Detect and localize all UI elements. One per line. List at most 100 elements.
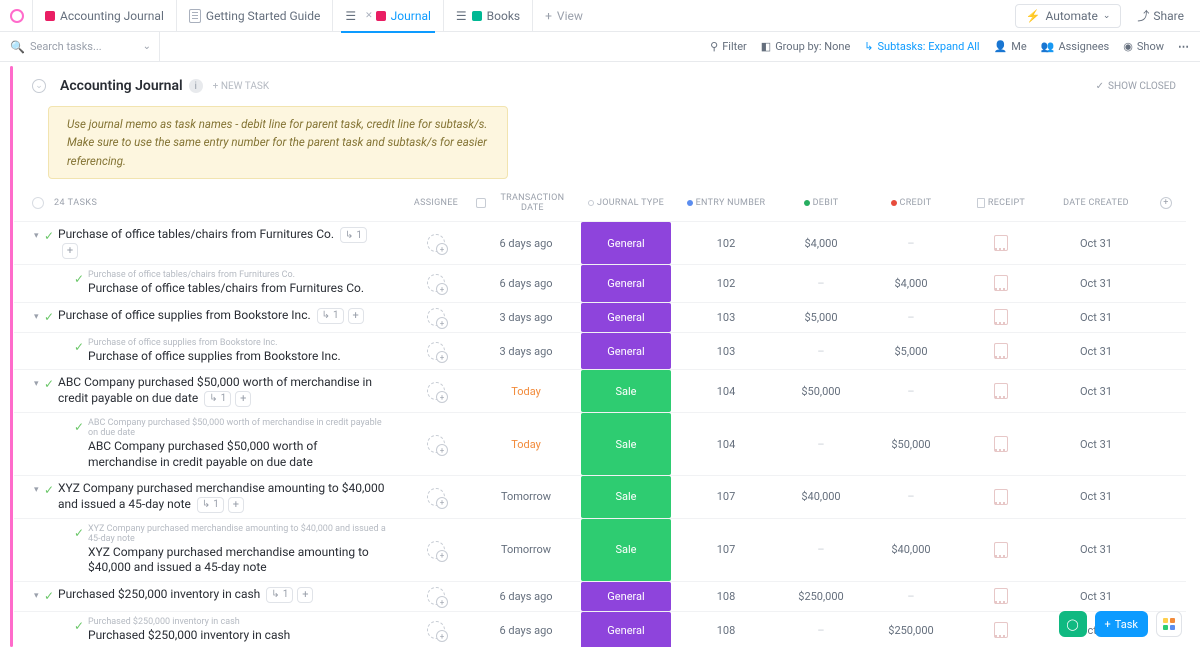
col-receipt[interactable]: RECEIPT — [956, 193, 1046, 213]
subtask-count-pill[interactable]: ↳1 — [266, 587, 293, 603]
status-check-icon[interactable]: ✓ — [74, 420, 88, 434]
receipt-icon[interactable] — [994, 542, 1008, 558]
subtask-count-pill[interactable]: ↳1 — [317, 308, 344, 324]
assignee-avatar[interactable] — [427, 234, 445, 252]
col-journal-type[interactable]: JOURNAL TYPE — [576, 193, 676, 213]
entry-number-cell[interactable]: 102 — [676, 265, 776, 302]
caret-icon[interactable]: ▾ — [34, 485, 44, 495]
receipt-icon[interactable] — [994, 383, 1008, 399]
credit-cell[interactable]: $5,000 — [866, 333, 956, 370]
caret-icon[interactable]: ▾ — [34, 591, 44, 601]
task-row[interactable]: ▾✓Purchased $250,000 inventory in cash↳1… — [14, 581, 1186, 611]
task-name[interactable]: Purchase of office supplies from Booksto… — [58, 308, 364, 322]
transaction-date-cell[interactable]: Tomorrow — [476, 519, 576, 581]
entry-number-cell[interactable]: 108 — [676, 582, 776, 611]
task-row[interactable]: ✓XYZ Company purchased merchandise amoun… — [14, 518, 1186, 581]
transaction-date-cell[interactable]: 6 days ago — [476, 582, 576, 611]
journal-type-tag[interactable]: Sale — [581, 519, 671, 581]
info-icon[interactable]: i — [189, 79, 203, 93]
col-debit[interactable]: DEBIT — [776, 193, 866, 213]
task-name[interactable]: Purchased $250,000 inventory in cash — [88, 628, 290, 642]
task-row[interactable]: ✓ABC Company purchased $50,000 worth of … — [14, 412, 1186, 475]
journal-type-tag[interactable]: General — [581, 222, 671, 264]
col-credit[interactable]: CREDIT — [866, 193, 956, 213]
subtask-count-pill[interactable]: ↳1 — [204, 391, 231, 407]
task-name[interactable]: Purchase of office tables/chairs from Fu… — [88, 281, 364, 295]
transaction-date-cell[interactable]: 6 days ago — [476, 222, 576, 264]
assignee-avatar[interactable] — [427, 587, 445, 605]
assignee-avatar[interactable] — [427, 541, 445, 559]
add-subtask-button[interactable]: + — [348, 308, 364, 324]
credit-cell[interactable]: $4,000 — [866, 265, 956, 302]
share-button[interactable]: ⤴ Share — [1131, 3, 1190, 28]
journal-type-tag[interactable]: Sale — [581, 370, 671, 412]
debit-cell[interactable]: – — [776, 612, 866, 647]
groupby-button[interactable]: ◧Group by: None — [761, 40, 851, 53]
tab-add-view[interactable]: + View — [532, 0, 595, 32]
col-entry-number[interactable]: ENTRY NUMBER — [676, 193, 776, 213]
add-subtask-button[interactable]: + — [228, 497, 244, 513]
tab-guide[interactable]: Getting Started Guide — [176, 0, 332, 32]
assignee-avatar[interactable] — [427, 308, 445, 326]
receipt-icon[interactable] — [994, 588, 1008, 604]
tab-main[interactable]: Accounting Journal — [32, 0, 176, 32]
col-date-created[interactable]: DATE CREATED — [1046, 193, 1146, 213]
task-name[interactable]: Purchased $250,000 inventory in cash↳1+ — [58, 587, 313, 601]
task-name[interactable]: Purchase of office tables/chairs from Fu… — [58, 227, 367, 257]
col-add[interactable]: + — [1146, 193, 1186, 213]
task-row[interactable]: ▾✓Purchase of office tables/chairs from … — [14, 221, 1186, 264]
close-icon[interactable]: ✕ — [365, 11, 373, 21]
entry-number-cell[interactable]: 103 — [676, 333, 776, 370]
journal-type-tag[interactable]: General — [581, 333, 671, 370]
entry-number-cell[interactable]: 104 — [676, 370, 776, 412]
debit-cell[interactable]: $5,000 — [776, 303, 866, 332]
journal-type-tag[interactable]: General — [581, 582, 671, 611]
task-row[interactable]: ▾✓ABC Company purchased $50,000 worth of… — [14, 369, 1186, 412]
status-check-icon[interactable]: ✓ — [44, 483, 58, 497]
entry-number-cell[interactable]: 108 — [676, 612, 776, 647]
entry-number-cell[interactable]: 102 — [676, 222, 776, 264]
caret-icon[interactable]: ▾ — [34, 312, 44, 322]
entry-number-cell[interactable]: 103 — [676, 303, 776, 332]
tab-journal[interactable]: ☰ ✕ Journal — [332, 0, 443, 32]
receipt-icon[interactable] — [994, 489, 1008, 505]
debit-cell[interactable]: – — [776, 265, 866, 302]
assignee-avatar[interactable] — [427, 621, 445, 639]
debit-cell[interactable]: – — [776, 333, 866, 370]
task-row[interactable]: ▾✓Purchase of office supplies from Books… — [14, 302, 1186, 332]
status-check-icon[interactable]: ✓ — [74, 619, 88, 633]
assignee-avatar[interactable] — [427, 274, 445, 292]
status-check-icon[interactable]: ✓ — [44, 377, 58, 391]
record-clip-button[interactable]: ◯ — [1059, 611, 1087, 637]
task-row[interactable]: ✓Purchase of office tables/chairs from F… — [14, 264, 1186, 302]
transaction-date-cell[interactable]: 3 days ago — [476, 333, 576, 370]
transaction-date-cell[interactable]: 3 days ago — [476, 303, 576, 332]
add-subtask-button[interactable]: + — [235, 391, 251, 407]
credit-cell[interactable]: $40,000 — [866, 519, 956, 581]
receipt-icon[interactable] — [994, 309, 1008, 325]
new-task-floating-button[interactable]: +Task — [1095, 611, 1148, 637]
journal-type-tag[interactable]: Sale — [581, 413, 671, 475]
receipt-icon[interactable] — [994, 436, 1008, 452]
collapse-icon[interactable] — [32, 197, 44, 209]
show-button[interactable]: ◉Show — [1123, 40, 1164, 53]
tab-books[interactable]: ☰ Books — [443, 0, 532, 32]
status-check-icon[interactable]: ✓ — [44, 229, 58, 243]
transaction-date-cell[interactable]: Today — [476, 413, 576, 475]
caret-icon[interactable]: ▾ — [34, 231, 44, 241]
status-check-icon[interactable]: ✓ — [44, 310, 58, 324]
credit-cell[interactable]: – — [866, 582, 956, 611]
transaction-date-cell[interactable]: 6 days ago — [476, 265, 576, 302]
receipt-icon[interactable] — [994, 235, 1008, 251]
assignees-button[interactable]: 👥Assignees — [1041, 40, 1110, 53]
task-row[interactable]: ✓Purchased $250,000 inventory in cashPur… — [14, 611, 1186, 647]
transaction-date-cell[interactable]: 6 days ago — [476, 612, 576, 647]
status-check-icon[interactable]: ✓ — [74, 340, 88, 354]
task-name[interactable]: ABC Company purchased $50,000 worth of m… — [58, 375, 372, 405]
credit-cell[interactable]: – — [866, 476, 956, 518]
journal-type-tag[interactable]: General — [581, 265, 671, 302]
subtask-count-pill[interactable]: ↳1 — [340, 227, 367, 243]
assignee-avatar[interactable] — [427, 382, 445, 400]
task-row[interactable]: ▾✓XYZ Company purchased merchandise amou… — [14, 475, 1186, 518]
show-closed-button[interactable]: ✓ SHOW CLOSED — [1096, 81, 1176, 92]
